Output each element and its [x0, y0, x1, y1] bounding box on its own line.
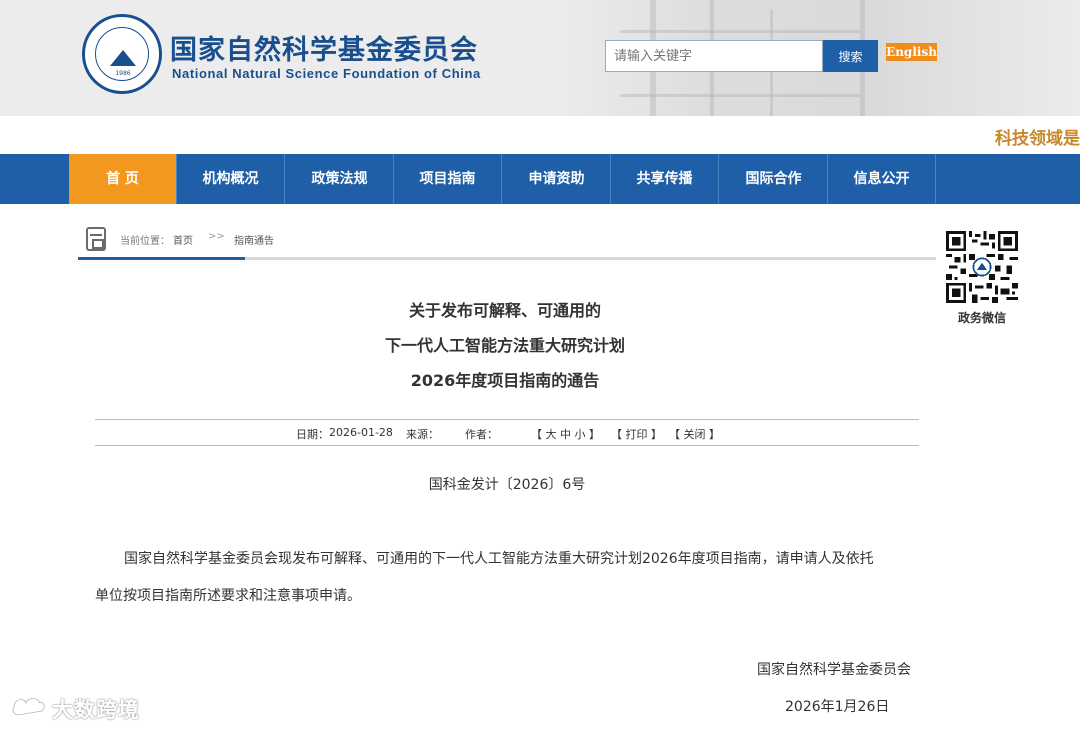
nav-item-about[interactable]: 机构概况 — [177, 154, 285, 204]
meta-source-label: 来源： — [406, 428, 439, 441]
nsfc-logo[interactable]: 1986 — [82, 14, 162, 94]
breadcrumb-current-link[interactable]: 指南通告 — [234, 232, 274, 247]
nav-item-disclosure[interactable]: 信息公开 — [828, 154, 936, 204]
main-nav: 首 页 机构概况 政策法规 项目指南 申请资助 共享传播 国际合作 信息公开 — [0, 154, 1080, 204]
nav-item-home[interactable]: 首 页 — [69, 154, 177, 204]
meta-date: 2026-01-28 — [329, 426, 393, 439]
close-link[interactable]: 【 关闭 】 — [669, 426, 720, 442]
english-link[interactable]: English — [886, 43, 937, 61]
article-title-line-2: 下一代人工智能方法重大研究计划 — [384, 336, 625, 355]
breadcrumb-divider-accent — [78, 257, 245, 260]
article-title-line-1: 关于发布可解释、可通用的 — [408, 301, 601, 320]
article-paragraph-line-1: 国家自然科学基金委员会现发布可解释、可通用的下一代人工智能方法重大研究计划202… — [124, 551, 874, 567]
breadcrumb-label: 当前位置： — [120, 236, 170, 247]
news-ticker: 科技领域是 — [0, 116, 1080, 154]
article-paragraph-line-2: 单位按项目指南所述要求和注意事项申请。 — [95, 588, 361, 604]
font-size-switcher[interactable]: 【 大 中 小 】 — [531, 426, 600, 442]
site-header: 1986 国家自然科学基金委员会 National Natural Scienc… — [0, 0, 1080, 116]
meta-author-label: 作者： — [465, 428, 498, 441]
nav-item-apply[interactable]: 申请资助 — [503, 154, 611, 204]
article-title-line-3: 2026年度项目指南的通告 — [410, 371, 600, 390]
meta-bottom-divider — [95, 445, 919, 446]
meta-top-divider — [95, 419, 919, 420]
signature-date: 2026年1月26日 — [785, 699, 890, 715]
watermark-text: 大数跨境 — [52, 698, 140, 722]
watermark-logo-icon — [11, 697, 46, 717]
nav-item-guides[interactable]: 项目指南 — [394, 154, 502, 204]
document-number: 国科金发计〔2026〕6号 — [428, 477, 586, 493]
ticker-text[interactable]: 科技领域是 — [995, 124, 1080, 149]
mountain-icon — [110, 50, 136, 66]
breadcrumb-separator: >> — [208, 231, 225, 242]
site-title[interactable]: 国家自然科学基金委员会 — [170, 28, 478, 67]
search-input[interactable] — [605, 40, 823, 72]
nav-item-policy[interactable]: 政策法规 — [286, 154, 394, 204]
print-link[interactable]: 【 打印 】 — [611, 426, 662, 442]
wechat-qr-code — [946, 231, 1018, 303]
signature-organization: 国家自然科学基金委员会 — [757, 662, 911, 678]
location-icon — [86, 227, 106, 251]
nav-item-international[interactable]: 国际合作 — [720, 154, 828, 204]
breadcrumb-home-link[interactable]: 首页 — [173, 232, 193, 247]
nav-item-share[interactable]: 共享传播 — [611, 154, 719, 204]
meta-date-label: 日期： — [296, 428, 329, 441]
logo-year: 1986 — [115, 70, 131, 77]
site-title-english[interactable]: National Natural Science Foundation of C… — [172, 66, 481, 81]
search-button[interactable]: 搜索 — [823, 40, 878, 72]
qr-label: 政务微信 — [957, 311, 1006, 325]
